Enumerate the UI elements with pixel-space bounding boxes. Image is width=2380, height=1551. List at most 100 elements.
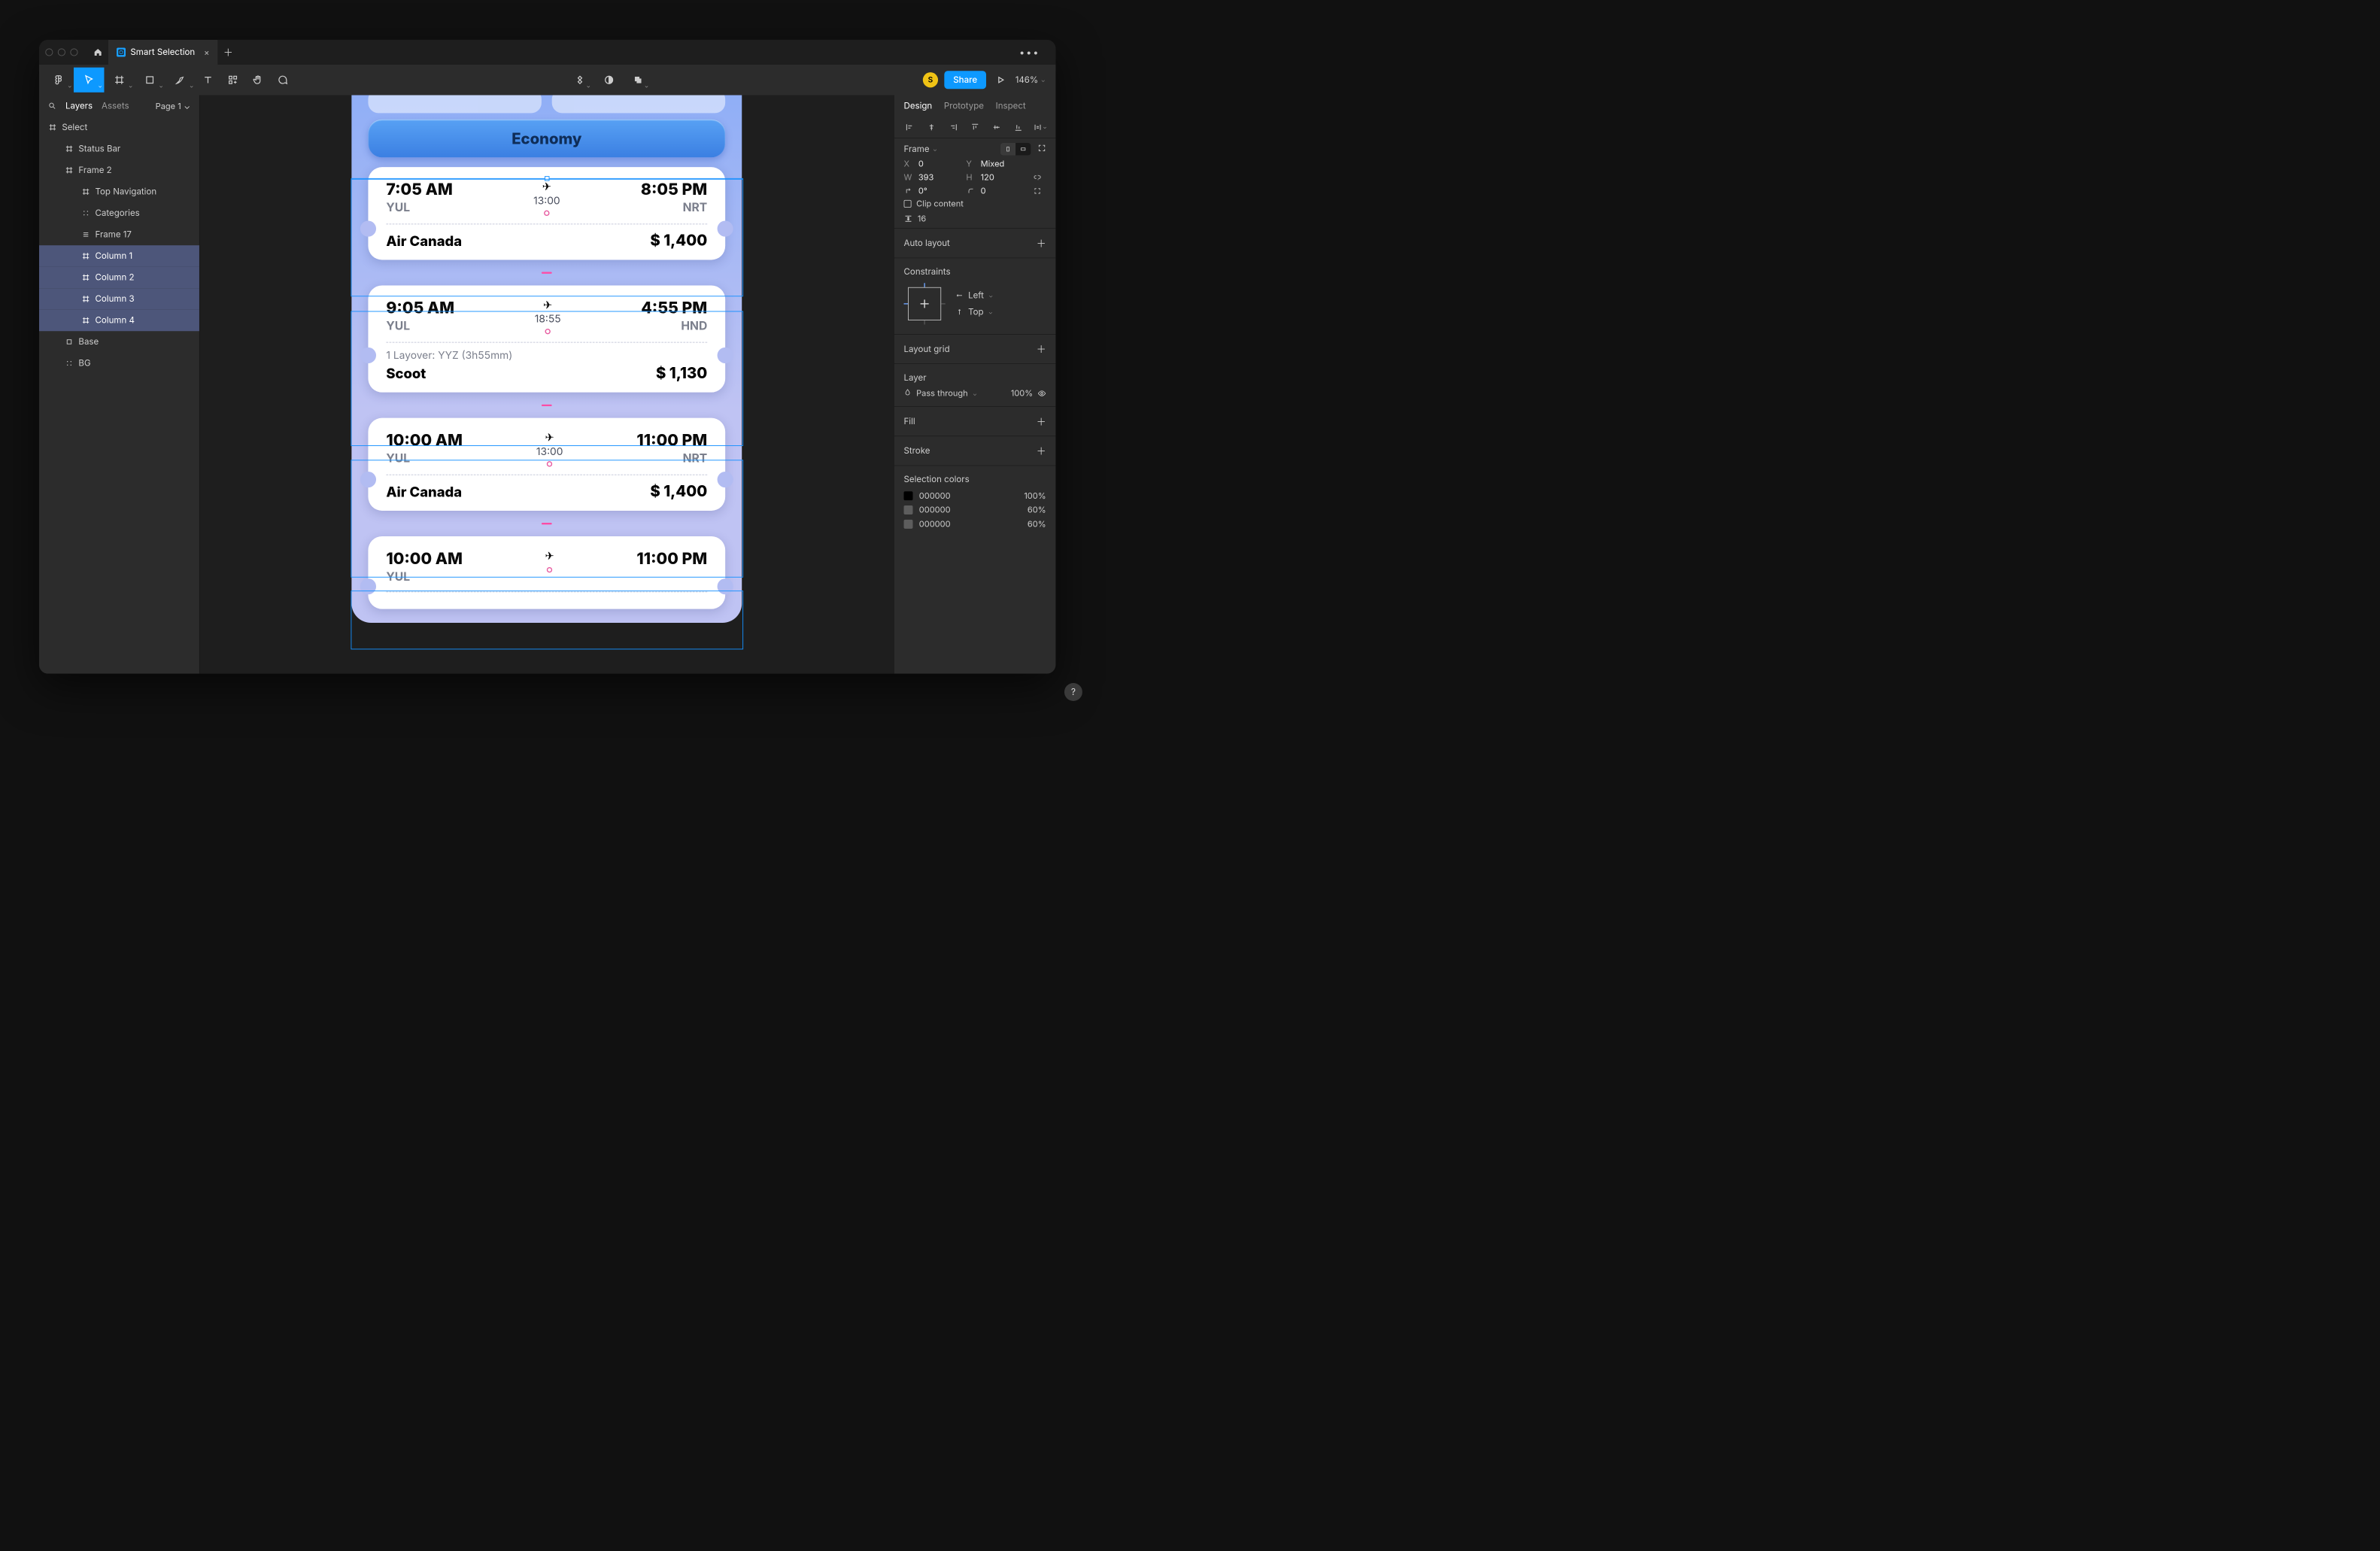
layer-row[interactable]: Column 3 xyxy=(39,288,199,310)
selection-color-row[interactable]: 00000060% xyxy=(904,517,1046,531)
layer-row[interactable]: Column 1 xyxy=(39,245,199,267)
page-selector[interactable]: Page 1 ⌄ xyxy=(156,101,190,111)
add-stroke-button[interactable]: ＋ xyxy=(1037,444,1046,457)
align-hcenter-button[interactable] xyxy=(921,117,943,138)
add-fill-button[interactable]: ＋ xyxy=(1037,414,1046,428)
arrival-time: 11:00 PM xyxy=(636,549,707,569)
independent-corners-button[interactable] xyxy=(1028,187,1046,195)
portrait-button[interactable] xyxy=(1000,143,1015,156)
union-icon xyxy=(633,74,644,86)
radius-input[interactable]: 0 xyxy=(981,186,1024,196)
smart-selection-spacing[interactable]: 16 xyxy=(904,214,1046,223)
selection-color-row[interactable]: 000000100% xyxy=(904,489,1046,503)
layer-row[interactable]: Select xyxy=(39,117,199,138)
layer-row[interactable]: Top Navigation xyxy=(39,181,199,203)
frame-section-label[interactable]: Frame xyxy=(904,144,930,154)
comment-tool[interactable] xyxy=(270,68,295,93)
layer-section-label: Layer xyxy=(904,372,927,383)
component-actions-button[interactable]: ⌄ xyxy=(567,68,592,93)
x-input[interactable]: 0 xyxy=(918,159,961,168)
hand-tool[interactable] xyxy=(245,68,270,93)
present-button[interactable] xyxy=(992,71,1009,88)
prototype-tab[interactable]: Prototype xyxy=(944,101,984,111)
distribute-button[interactable]: ⌄ xyxy=(1029,117,1051,138)
add-layout-grid-button[interactable]: ＋ xyxy=(1037,342,1046,356)
w-input[interactable]: 393 xyxy=(918,172,961,182)
layer-tree[interactable]: SelectStatus BarFrame 2Top NavigationCat… xyxy=(39,117,199,674)
layer-row[interactable]: Column 4 xyxy=(39,310,199,332)
layer-row[interactable]: Frame 2 xyxy=(39,159,199,181)
constraint-h-select[interactable]: Left ⌄ xyxy=(956,290,994,301)
y-input[interactable]: Mixed xyxy=(981,159,1024,168)
zoom-selector[interactable]: 146% ⌄ xyxy=(1015,74,1046,85)
spacing-handle[interactable] xyxy=(368,521,725,526)
spacing-value[interactable]: 16 xyxy=(918,214,926,223)
constraint-v-select[interactable]: Top ⌄ xyxy=(956,307,994,317)
resources-icon xyxy=(227,74,238,86)
selection-color-row[interactable]: 00000060% xyxy=(904,502,1046,517)
opacity-input[interactable]: 100% xyxy=(1011,388,1033,398)
layer-name: BG xyxy=(78,358,90,369)
x-label: X xyxy=(904,159,914,168)
blend-mode-select[interactable]: Pass through xyxy=(916,388,968,398)
flight-card[interactable]: 10:00 AMYUL✈13:0011:00 PMNRTAir Canada$ … xyxy=(368,418,725,511)
visibility-toggle[interactable] xyxy=(1038,389,1046,397)
layer-row[interactable]: Status Bar xyxy=(39,138,199,160)
overflow-menu-button[interactable]: ••• xyxy=(1009,47,1049,59)
layers-tab[interactable]: Layers xyxy=(65,101,93,111)
layer-type-icon xyxy=(81,230,90,239)
design-frame[interactable]: Economy 7:05 AMYUL✈13:008:05 PMNRTAir Ca… xyxy=(351,96,742,624)
clip-content-checkbox[interactable] xyxy=(904,200,912,208)
layer-row[interactable]: Categories xyxy=(39,202,199,224)
layer-row[interactable]: Frame 17 xyxy=(39,224,199,246)
layer-row[interactable]: Column 2 xyxy=(39,267,199,289)
align-right-button[interactable] xyxy=(943,117,964,138)
orientation-segment[interactable] xyxy=(1000,143,1031,156)
assets-tab[interactable]: Assets xyxy=(102,101,129,111)
resize-to-fit-button[interactable] xyxy=(1038,144,1046,154)
share-button[interactable]: Share xyxy=(944,71,986,89)
align-left-button[interactable] xyxy=(899,117,921,138)
layer-row[interactable]: Base xyxy=(39,331,199,353)
traffic-max[interactable] xyxy=(70,48,77,56)
link-wh-button[interactable] xyxy=(1028,173,1046,181)
departure-code: YUL xyxy=(386,569,463,584)
class-pill[interactable]: Economy xyxy=(368,120,725,158)
design-tab[interactable]: Design xyxy=(904,101,933,111)
text-tool[interactable] xyxy=(196,68,220,93)
home-button[interactable] xyxy=(87,42,108,63)
new-tab-button[interactable]: ＋ xyxy=(218,45,239,59)
document-tab[interactable]: Smart Selection × xyxy=(108,40,218,65)
flight-card[interactable]: 9:05 AMYUL✈18:554:55 PMHND1 Layover: YYZ… xyxy=(368,286,725,393)
pen-tool[interactable]: ⌄ xyxy=(165,68,195,93)
close-tab-button[interactable]: × xyxy=(204,47,209,57)
layer-row[interactable]: BG xyxy=(39,353,199,375)
spacing-handle[interactable] xyxy=(368,402,725,407)
page-selector-label: Page 1 xyxy=(156,101,181,111)
traffic-close[interactable] xyxy=(45,48,53,56)
main-menu-button[interactable]: ⌄ xyxy=(44,68,74,93)
mask-button[interactable] xyxy=(597,68,621,93)
landscape-button[interactable] xyxy=(1015,143,1031,156)
constraints-widget[interactable] xyxy=(908,287,941,320)
traffic-min[interactable] xyxy=(58,48,65,56)
frame-tool[interactable]: ⌄ xyxy=(104,68,134,93)
align-bottom-button[interactable] xyxy=(1007,117,1029,138)
canvas[interactable]: Economy 7:05 AMYUL✈13:008:05 PMNRTAir Ca… xyxy=(199,96,894,674)
resources-tool[interactable] xyxy=(220,68,245,93)
boolean-button[interactable]: ⌄ xyxy=(626,68,651,93)
user-avatar[interactable]: S xyxy=(923,72,938,87)
spacing-handle[interactable] xyxy=(368,270,725,275)
move-tool[interactable]: ⌄ xyxy=(74,68,104,93)
flight-card[interactable]: 7:05 AMYUL✈13:008:05 PMNRTAir Canada$ 1,… xyxy=(368,167,725,260)
rotation-input[interactable]: 0° xyxy=(918,186,961,196)
search-icon[interactable] xyxy=(48,102,56,110)
shape-tool[interactable]: ⌄ xyxy=(135,68,165,93)
align-top-button[interactable] xyxy=(964,117,986,138)
inspect-tab[interactable]: Inspect xyxy=(996,101,1026,111)
flight-card[interactable]: 10:00 AMYUL✈11:00 PM xyxy=(368,536,725,609)
align-vcenter-button[interactable] xyxy=(985,117,1007,138)
price: $ 1,400 xyxy=(650,481,707,500)
add-auto-layout-button[interactable]: ＋ xyxy=(1037,236,1046,250)
h-input[interactable]: 120 xyxy=(981,172,1024,182)
